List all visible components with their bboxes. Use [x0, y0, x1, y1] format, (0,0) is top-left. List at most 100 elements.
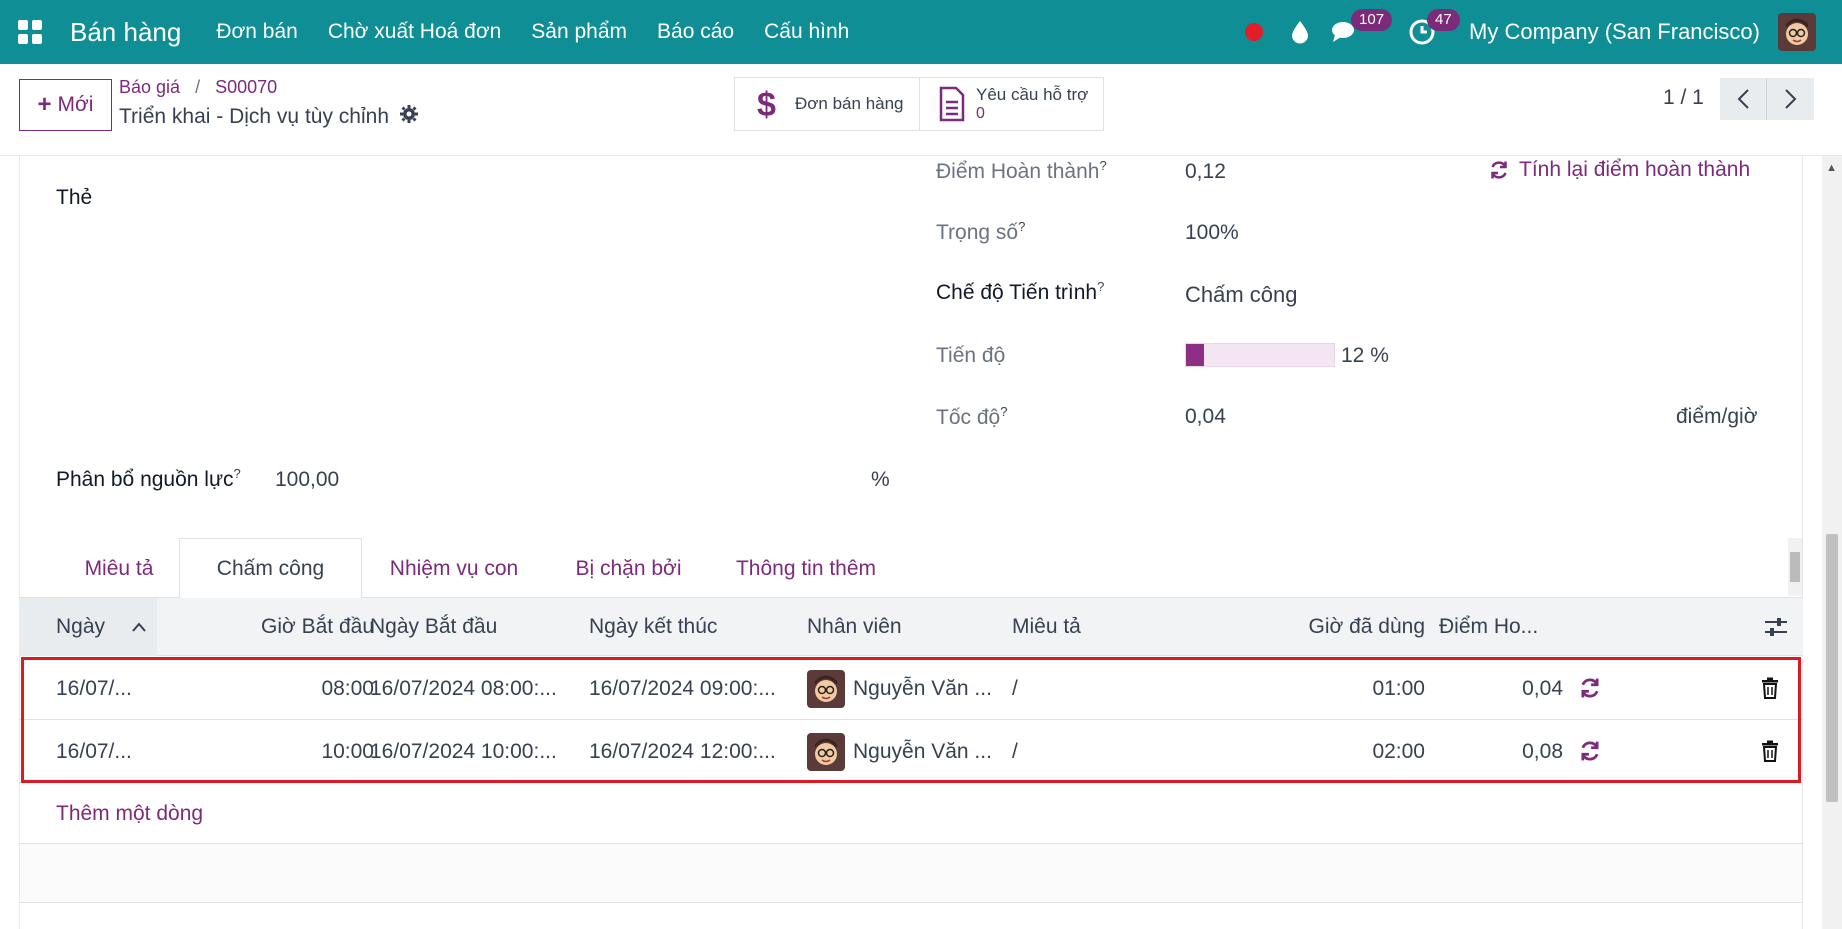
- messages-count-badge: 107: [1351, 9, 1393, 31]
- completion-points-label: Điểm Hoàn thành?: [936, 158, 1107, 183]
- cell-end-date[interactable]: 16/07/2024 09:00:...: [589, 657, 809, 720]
- refresh-icon[interactable]: [1579, 720, 1609, 783]
- cell-start-date[interactable]: 16/07/2024 08:00:...: [370, 657, 590, 720]
- breadcrumb-order[interactable]: S00070: [215, 77, 277, 97]
- col-employee-header[interactable]: Nhân viên: [807, 598, 987, 656]
- activities-clock-icon[interactable]: 47: [1399, 0, 1460, 64]
- table-footer: [20, 844, 1802, 902]
- col-description-header[interactable]: Miêu tả: [1012, 598, 1192, 656]
- apps-menu-icon[interactable]: [0, 0, 60, 64]
- recording-icon[interactable]: [1231, 0, 1277, 64]
- column-settings-icon[interactable]: [1764, 598, 1794, 656]
- plus-icon: +: [37, 91, 52, 118]
- speed-label: Tốc độ?: [936, 404, 1008, 429]
- scrollbar-thumb[interactable]: [1826, 534, 1838, 802]
- cell-end-date[interactable]: 16/07/2024 12:00:...: [589, 720, 809, 783]
- tab-timesheets[interactable]: Chấm công: [179, 538, 362, 599]
- cell-date[interactable]: 16/07/...: [56, 720, 156, 783]
- resource-allocation-label: Phân bổ nguồn lực?: [56, 466, 241, 491]
- company-switcher[interactable]: My Company (San Francisco): [1469, 19, 1760, 45]
- progress-value: 12 %: [1341, 344, 1389, 367]
- employee-name: Nguyễn Văn ...: [853, 677, 992, 700]
- activities-count-badge: 47: [1427, 9, 1460, 31]
- scroll-up-arrow-icon[interactable]: ▲: [1826, 162, 1837, 174]
- col-hours-spent-header[interactable]: Giờ đã dùng: [1169, 598, 1425, 656]
- col-end-date-header[interactable]: Ngày kết thúc: [589, 598, 789, 656]
- chevron-up-icon: [132, 622, 146, 632]
- cell-points: 0,08: [1522, 740, 1563, 763]
- tabs-scrollbar[interactable]: [1788, 538, 1802, 596]
- pager-next-button[interactable]: [1767, 78, 1814, 120]
- cell-employee[interactable]: Nguyễn Văn ...: [807, 657, 997, 720]
- progress-bar: [1185, 343, 1335, 367]
- notebook-tabs: Miêu tả Chấm công Nhiệm vụ con Bị chặn b…: [19, 538, 1803, 599]
- messages-icon[interactable]: 107: [1323, 0, 1393, 64]
- refresh-icon: [1491, 161, 1507, 179]
- progress-mode-value[interactable]: Chấm công: [1185, 282, 1298, 308]
- refresh-icon[interactable]: [1579, 657, 1609, 720]
- menu-reporting[interactable]: Báo cáo: [657, 20, 734, 44]
- new-button[interactable]: + Mới: [19, 79, 112, 131]
- menu-products[interactable]: Sản phẩm: [531, 20, 627, 44]
- page-scrollbar[interactable]: [1822, 156, 1842, 929]
- speed-unit: điểm/giờ: [1676, 405, 1758, 428]
- breadcrumb: Báo giá / S00070: [119, 77, 277, 98]
- cell-description[interactable]: /: [1012, 657, 1112, 720]
- pager-value[interactable]: 1 / 1: [1663, 86, 1704, 110]
- employee-name: Nguyễn Văn ...: [853, 740, 992, 763]
- cell-date[interactable]: 16/07/...: [56, 657, 156, 720]
- tags-label: Thẻ: [56, 186, 93, 209]
- sales-order-label: Đơn bán hàng: [795, 94, 904, 113]
- col-start-date-header[interactable]: Ngày Bắt đầu: [370, 598, 580, 656]
- col-points-header[interactable]: Điểm Ho...: [1439, 598, 1569, 656]
- recompute-completion-button[interactable]: Tính lại điểm hoàn thành: [1489, 158, 1750, 182]
- weight-value: 100%: [1185, 221, 1239, 244]
- breadcrumb-separator: /: [195, 77, 201, 97]
- employee-avatar: [807, 732, 845, 771]
- menu-orders[interactable]: Đơn bán: [216, 20, 298, 44]
- tab-blocked-by[interactable]: Bị chặn bởi: [546, 538, 711, 599]
- col-start-hour-header[interactable]: Giờ Bắt đầu: [157, 598, 374, 656]
- tab-extra-info[interactable]: Thông tin thêm: [713, 538, 899, 599]
- completion-points-value: 0,12: [1185, 160, 1226, 183]
- pager-previous-button[interactable]: [1720, 78, 1767, 120]
- control-panel: + Mới Báo giá / S00070 Triển khai - Dịch…: [0, 64, 1842, 156]
- gear-icon[interactable]: [399, 104, 419, 130]
- progress-label: Tiến độ: [936, 344, 1006, 367]
- cell-hours-spent[interactable]: 02:00: [1219, 720, 1425, 783]
- dollar-icon: $: [747, 86, 787, 122]
- document-icon: [932, 86, 972, 122]
- table-row[interactable]: 16/07/... 10:00 16/07/2024 10:00:... 16/…: [19, 720, 1803, 783]
- progress-bar-fill: [1186, 344, 1204, 366]
- resource-allocation-value[interactable]: 100,00: [275, 468, 339, 492]
- cell-employee[interactable]: Nguyễn Văn ...: [807, 720, 997, 783]
- cell-start-date[interactable]: 16/07/2024 10:00:...: [370, 720, 590, 783]
- col-date-header[interactable]: Ngày: [19, 598, 157, 656]
- breadcrumb-quotations[interactable]: Báo giá: [119, 77, 180, 97]
- cell-hours-spent[interactable]: 01:00: [1219, 657, 1425, 720]
- tab-description[interactable]: Miêu tả: [61, 538, 177, 599]
- tab-subtasks[interactable]: Nhiệm vụ con: [364, 538, 544, 599]
- cell-description[interactable]: /: [1012, 720, 1112, 783]
- timesheet-table-header: Ngày Giờ Bắt đầu Ngày Bắt đầu Ngày kết t…: [19, 598, 1803, 656]
- sales-order-smart-button[interactable]: $ Đơn bán hàng: [734, 77, 920, 131]
- progress-mode-label: Chế độ Tiến trình?: [936, 279, 1105, 304]
- trash-icon[interactable]: [1761, 657, 1791, 720]
- menu-configuration[interactable]: Cấu hình: [764, 20, 849, 44]
- drop-icon[interactable]: [1277, 0, 1323, 64]
- employee-avatar: [807, 669, 845, 708]
- add-line-link[interactable]: Thêm một dòng: [56, 802, 203, 826]
- cell-points: 0,04: [1522, 677, 1563, 700]
- app-brand[interactable]: Bán hàng: [70, 17, 181, 48]
- cell-start-hour[interactable]: 10:00: [219, 720, 374, 783]
- support-tickets-smart-button[interactable]: Yêu cầu hỗ trợ 0: [919, 77, 1104, 131]
- resource-allocation-unit: %: [871, 468, 890, 491]
- cell-start-hour[interactable]: 08:00: [219, 657, 374, 720]
- recompute-label: Tính lại điểm hoàn thành: [1519, 158, 1751, 181]
- top-navbar: Bán hàng Đơn bán Chờ xuất Hoá đơn Sản ph…: [0, 0, 1842, 64]
- table-row[interactable]: 16/07/... 08:00 16/07/2024 08:00:... 16/…: [19, 657, 1803, 720]
- chevron-right-icon: [1784, 89, 1796, 109]
- menu-to-invoice[interactable]: Chờ xuất Hoá đơn: [328, 20, 501, 44]
- trash-icon[interactable]: [1761, 720, 1791, 783]
- user-avatar[interactable]: [1778, 13, 1816, 51]
